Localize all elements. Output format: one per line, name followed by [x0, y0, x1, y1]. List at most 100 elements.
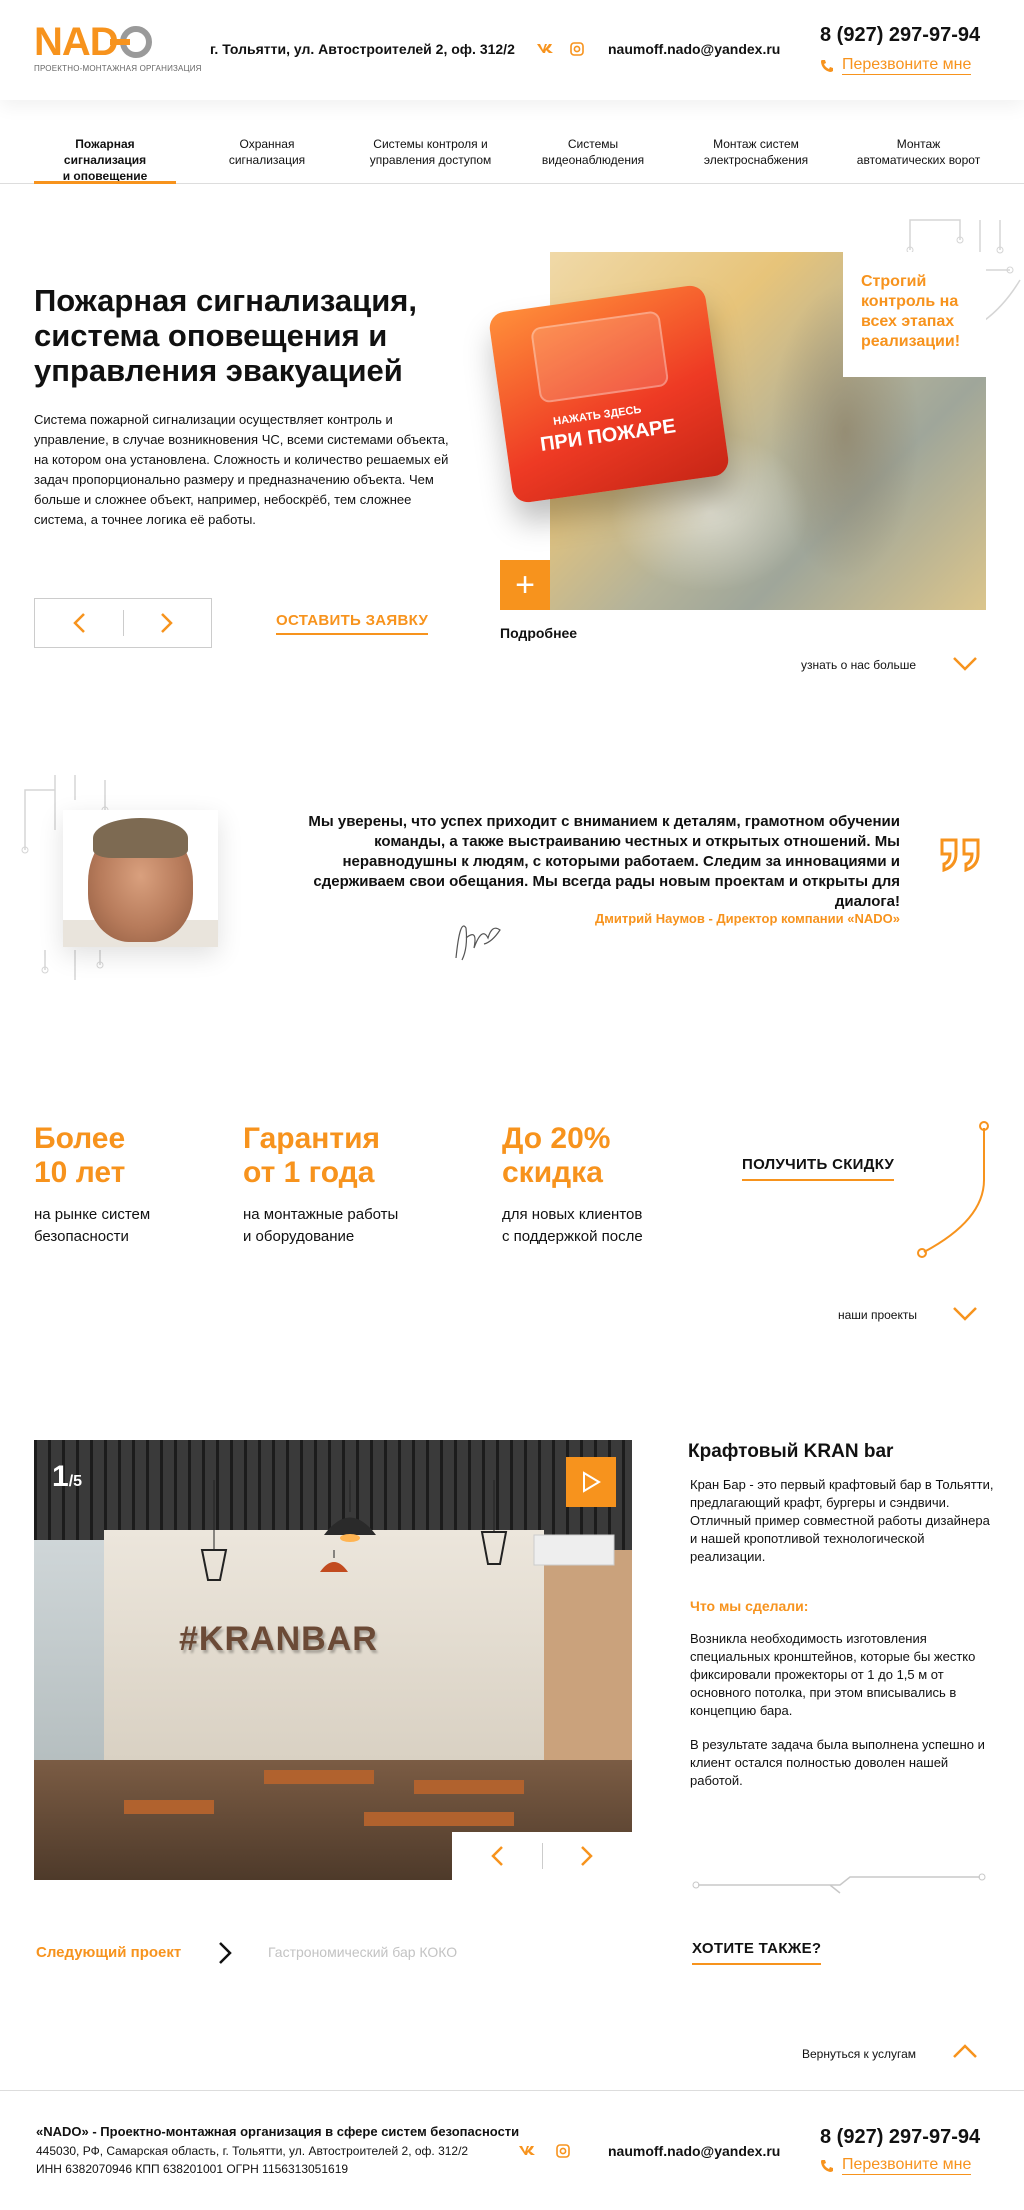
what-we-did-label: Что мы сделали: [690, 1598, 809, 1614]
next-project-link[interactable]: Следующий проект [36, 1944, 181, 1961]
prev-arrow-icon[interactable] [35, 599, 123, 647]
hero-title: Пожарная сигнализация, система оповещени… [34, 283, 417, 388]
project-counter-current: 1 [52, 1460, 69, 1493]
hero-highlight-card: Строгий контроль на всех этапах реализац… [843, 252, 986, 377]
stat-caption: для новых клиентов [502, 1206, 643, 1223]
stat-caption: на монтажные работы [243, 1206, 399, 1223]
stat-value: 10 лет [34, 1156, 126, 1189]
stat-value: скидка [502, 1156, 603, 1189]
project-title: Крафтовый KRAN bar [688, 1441, 894, 1462]
tab-fire-alarm[interactable]: Пожарная сигнализация и оповещение [34, 136, 176, 184]
tab-access-control[interactable]: Системы контроля и управления доступом [358, 136, 503, 168]
callback-label: Перезвоните мне [842, 56, 972, 75]
tab-label: Системы контроля и [373, 137, 488, 151]
stat-discount: До 20% скидка для новых клиентов с поддер… [502, 1122, 643, 1248]
project-detail: Возникла необходимость изготовления спец… [690, 1631, 976, 1718]
logo[interactable]: NAD ПРОЕКТНО-МОНТАЖНАЯ ОРГАНИЗАЦИЯ [34, 22, 202, 73]
header-phone[interactable]: 8 (927) 297-97-94 [820, 24, 980, 47]
footer-divider [0, 2090, 1024, 2091]
logo-o-mark [109, 26, 152, 58]
circuit-decoration [692, 1873, 986, 1894]
stat-experience: Более 10 лет на рынке систем безопасности [34, 1122, 150, 1248]
hero-text: Система пожарной сигнализации осуществля… [34, 412, 449, 527]
next-arrow-icon[interactable] [543, 1832, 633, 1880]
leave-request-button[interactable]: ОСТАВИТЬ ЗАЯВКУ [276, 612, 429, 635]
play-button[interactable] [566, 1457, 616, 1507]
vk-icon[interactable] [518, 2144, 536, 2159]
phone-icon [821, 2159, 833, 2172]
play-icon [583, 1471, 601, 1493]
tab-label: Монтаж [896, 137, 941, 151]
services-nav: Пожарная сигнализация и оповещение Охран… [0, 128, 1024, 184]
quote-text: Мы уверены, что успех приходит с внимани… [308, 813, 900, 910]
our-projects-link[interactable]: наши проекты [838, 1308, 917, 1322]
tab-label: электроснабжения [703, 153, 809, 167]
project-slider-controls [452, 1832, 632, 1880]
stat-warranty: Гарантия от 1 года на монтажные работы и … [243, 1122, 398, 1248]
stat-caption: и оборудование [243, 1228, 355, 1245]
header-address: г. Тольятти, ул. Автостроителей 2, оф. 3… [210, 41, 515, 57]
chevron-down-icon[interactable] [952, 656, 978, 672]
footer-email[interactable]: naumoff.nado@yandex.ru [608, 2143, 780, 2159]
project-photo: #KRANBAR [34, 1440, 632, 1880]
logo-subtitle: ПРОЕКТНО-МОНТАЖНАЯ ОРГАНИЗАЦИЯ [34, 64, 202, 73]
director-photo [63, 810, 218, 947]
project-result: В результате задача была выполнена успеш… [690, 1737, 985, 1788]
stat-caption: с поддержкой после [502, 1228, 643, 1245]
tab-label: управления доступом [369, 153, 492, 167]
get-discount-button[interactable]: ПОЛУЧИТЬ СКИДКУ [742, 1156, 895, 1181]
stat-value: Более [34, 1122, 126, 1155]
tab-power[interactable]: Монтаж систем электроснабжения [685, 136, 827, 168]
header-email[interactable]: naumoff.nado@yandex.ru [608, 41, 780, 57]
fire-alarm-device-image: НАЖАТЬ ЗДЕСЬ ПРИ ПОЖАРЕ [487, 283, 731, 505]
project-counter: 1/5 [52, 1460, 82, 1494]
tab-label: сигнализация [228, 153, 306, 167]
tab-label: автоматических ворот [856, 153, 981, 167]
footer-address: 445030, РФ, Самарская область, г. Тольят… [36, 2144, 469, 2158]
active-tab-indicator [34, 181, 176, 184]
signature-image [455, 925, 501, 961]
stat-caption: на рынке систем [34, 1206, 151, 1223]
tab-security-alarm[interactable]: Охранная сигнализация [196, 136, 338, 168]
project-counter-total: /5 [68, 1473, 83, 1490]
tab-label: Монтаж систем [713, 137, 799, 151]
tab-gates[interactable]: Монтаж автоматических ворот [846, 136, 991, 168]
tab-label: Системы [567, 137, 619, 151]
tab-label: Охранная [239, 137, 295, 151]
instagram-icon[interactable] [556, 2144, 570, 2161]
phone-icon [821, 59, 833, 72]
hero-highlight-text: Строгий контроль на всех этапах реализац… [861, 273, 961, 350]
tab-video[interactable]: Системы видеонаблюдения [523, 136, 663, 168]
learn-more-link[interactable]: узнать о нас больше [801, 658, 916, 672]
plus-button[interactable]: + [500, 560, 550, 610]
footer-callback-link[interactable]: Перезвоните мне [820, 2156, 972, 2175]
tab-label: Пожарная сигнализация [63, 137, 147, 167]
chevron-up-icon[interactable] [952, 2043, 978, 2059]
instagram-icon[interactable] [570, 42, 584, 59]
quote-marks-icon [940, 838, 980, 872]
chevron-down-icon[interactable] [952, 1306, 978, 1322]
more-link[interactable]: Подробнее [500, 625, 577, 641]
quote-author: Дмитрий Наумов - Директор компании «NADO… [595, 911, 900, 926]
want-also-button[interactable]: ХОТИТЕ ТАКЖЕ? [692, 1940, 822, 1965]
stat-value: Гарантия [243, 1122, 381, 1155]
vk-icon[interactable] [536, 42, 554, 57]
stat-value: До 20% [502, 1122, 611, 1155]
circuit-decoration [917, 1121, 989, 1258]
next-arrow-icon[interactable] [124, 599, 212, 647]
tab-label: видеонаблюдения [541, 153, 645, 167]
footer-title: «NADO» - Проектно-монтажная организация … [36, 2124, 520, 2139]
callback-label: Перезвоните мне [842, 2156, 972, 2175]
chevron-right-icon[interactable] [218, 1941, 232, 1965]
callback-link[interactable]: Перезвоните мне [820, 56, 972, 75]
stat-value: от 1 года [243, 1156, 375, 1189]
prev-arrow-icon[interactable] [452, 1832, 542, 1880]
logo-text: NAD [34, 20, 119, 64]
footer-phone[interactable]: 8 (927) 297-97-94 [820, 2126, 980, 2149]
stat-caption: безопасности [34, 1228, 129, 1245]
back-to-services-link[interactable]: Вернуться к услугам [802, 2047, 916, 2061]
footer-legal: ИНН 6382070946 КПП 638201001 ОГРН 115631… [36, 2162, 349, 2176]
hero-slider-controls [34, 598, 212, 648]
project-description: Кран Бар - это первый крафтовый бар в То… [690, 1477, 994, 1564]
next-project-name[interactable]: Гастрономический бар КОКО [268, 1944, 457, 1960]
